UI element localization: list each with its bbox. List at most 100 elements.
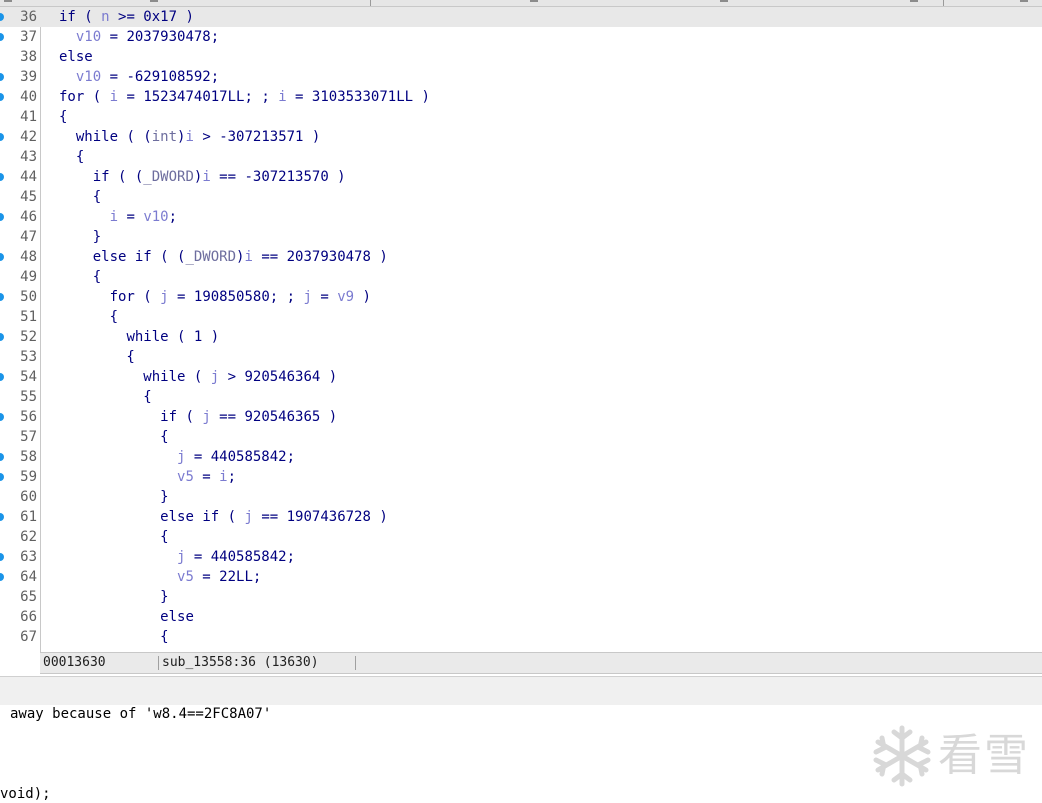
code-text: while ( (int)i > -307213571 )	[75, 129, 321, 145]
code-line[interactable]: 59 v5 = i;	[0, 467, 1042, 487]
code-text: if ( j == 920546365 )	[160, 409, 338, 425]
line-number: 41	[20, 109, 37, 125]
panel-splitter[interactable]	[0, 676, 1042, 706]
tab-marker	[910, 0, 918, 2]
code-text: while ( 1 )	[126, 329, 220, 345]
status-location: sub_13558:36 (13630)	[162, 655, 319, 670]
code-text: v5 = i;	[177, 469, 237, 485]
output-line: void);	[0, 786, 51, 802]
code-line[interactable]: 57 {	[0, 427, 1042, 447]
watermark: 看雪	[868, 722, 1038, 792]
code-text: for ( i = 1523474017LL; ; i = 3103533071…	[59, 89, 430, 105]
line-number: 65	[20, 589, 37, 605]
code-text: {	[59, 629, 169, 645]
code-text: {	[59, 349, 135, 365]
line-number: 40	[20, 89, 37, 105]
status-separator	[355, 656, 356, 670]
code-line[interactable]: 48 else if ( (_DWORD)i == 2037930478 )	[0, 247, 1042, 267]
watermark-text: 看雪	[938, 730, 1030, 781]
code-line[interactable]: 62 {	[0, 527, 1042, 547]
line-number: 59	[20, 469, 37, 485]
code-line[interactable]: 38 else	[0, 47, 1042, 67]
code-text: if ( n >= 0x17 )	[59, 9, 194, 25]
code-line[interactable]: 44 if ( (_DWORD)i == -307213570 )	[0, 167, 1042, 187]
code-line[interactable]: 53 {	[0, 347, 1042, 367]
line-number: 39	[20, 69, 37, 85]
code-line[interactable]: 50 for ( j = 190850580; ; j = v9 )	[0, 287, 1042, 307]
tab-marker	[530, 0, 538, 2]
line-number: 67	[20, 629, 37, 645]
code-line[interactable]: 43 {	[0, 147, 1042, 167]
line-number: 57	[20, 429, 37, 445]
line-number: 37	[20, 29, 37, 45]
code-text: {	[59, 149, 85, 165]
tab-separator	[943, 0, 944, 6]
line-number: 49	[20, 269, 37, 285]
code-line[interactable]: 39 v10 = -629108592;	[0, 67, 1042, 87]
code-line[interactable]: 56 if ( j == 920546365 )	[0, 407, 1042, 427]
code-text: {	[59, 429, 169, 445]
code-line[interactable]: 45 {	[0, 187, 1042, 207]
code-line[interactable]: 63 j = 440585842;	[0, 547, 1042, 567]
tab-marker	[1020, 0, 1028, 2]
code-text: else if ( (_DWORD)i == 2037930478 )	[92, 249, 388, 265]
code-line[interactable]: 46 i = v10;	[0, 207, 1042, 227]
tab-strip	[0, 0, 1042, 7]
code-text: {	[59, 389, 152, 405]
line-number: 36	[20, 9, 37, 25]
code-line[interactable]: 52 while ( 1 )	[0, 327, 1042, 347]
line-number: 48	[20, 249, 37, 265]
code-line[interactable]: 40 for ( i = 1523474017LL; ; i = 31035330…	[0, 87, 1042, 107]
line-number: 63	[20, 549, 37, 565]
code-text: v5 = 22LL;	[177, 569, 262, 585]
code-line[interactable]: 64 v5 = 22LL;	[0, 567, 1042, 587]
line-number: 66	[20, 609, 37, 625]
code-line[interactable]: 61 else if ( j == 1907436728 )	[0, 507, 1042, 527]
code-text: else	[59, 49, 93, 65]
code-text: v10 = -629108592;	[75, 69, 220, 85]
code-text: else	[160, 609, 194, 625]
code-line[interactable]: 42 while ( (int)i > -307213571 )	[0, 127, 1042, 147]
code-text: {	[59, 269, 102, 285]
line-number: 38	[20, 49, 37, 65]
line-number: 43	[20, 149, 37, 165]
output-line: away because of 'w8.4==2FC8A07'	[10, 706, 272, 722]
code-line[interactable]: 41 {	[0, 107, 1042, 127]
code-line[interactable]: 67 {	[0, 627, 1042, 647]
line-number: 62	[20, 529, 37, 545]
code-line[interactable]: 47 }	[0, 227, 1042, 247]
line-number: 61	[20, 509, 37, 525]
code-text: else if ( j == 1907436728 )	[160, 509, 388, 525]
code-line[interactable]: 37 v10 = 2037930478;	[0, 27, 1042, 47]
tab-marker	[720, 0, 728, 2]
code-line[interactable]: 55 {	[0, 387, 1042, 407]
code-line[interactable]: 51 {	[0, 307, 1042, 327]
code-text: {	[59, 309, 119, 325]
code-line[interactable]: 58 j = 440585842;	[0, 447, 1042, 467]
line-number: 58	[20, 449, 37, 465]
code-line[interactable]: 60 }	[0, 487, 1042, 507]
line-number: 56	[20, 409, 37, 425]
code-text: {	[59, 189, 102, 205]
code-text: j = 440585842;	[177, 549, 296, 565]
pseudocode-editor[interactable]: 36 if ( n >= 0x17 ) 37 v10 = 2037930478; 38…	[0, 7, 1042, 652]
line-number: 45	[20, 189, 37, 205]
line-number: 47	[20, 229, 37, 245]
code-text: v10 = 2037930478;	[75, 29, 220, 45]
code-line[interactable]: 54 while ( j > 920546364 )	[0, 367, 1042, 387]
code-text: {	[59, 529, 169, 545]
code-text: for ( j = 190850580; ; j = v9 )	[109, 289, 371, 305]
line-number: 50	[20, 289, 37, 305]
line-number: 44	[20, 169, 37, 185]
code-line[interactable]: 65 }	[0, 587, 1042, 607]
code-text: }	[59, 489, 169, 505]
code-text: i = v10;	[109, 209, 178, 225]
line-number: 64	[20, 569, 37, 585]
line-number: 55	[20, 389, 37, 405]
code-line[interactable]: 66 else	[0, 607, 1042, 627]
code-text: {	[59, 109, 68, 125]
code-text: if ( (_DWORD)i == -307213570 )	[92, 169, 346, 185]
code-line[interactable]: 49 {	[0, 267, 1042, 287]
code-text: }	[59, 229, 102, 245]
code-line[interactable]: 36 if ( n >= 0x17 )	[0, 7, 1042, 27]
